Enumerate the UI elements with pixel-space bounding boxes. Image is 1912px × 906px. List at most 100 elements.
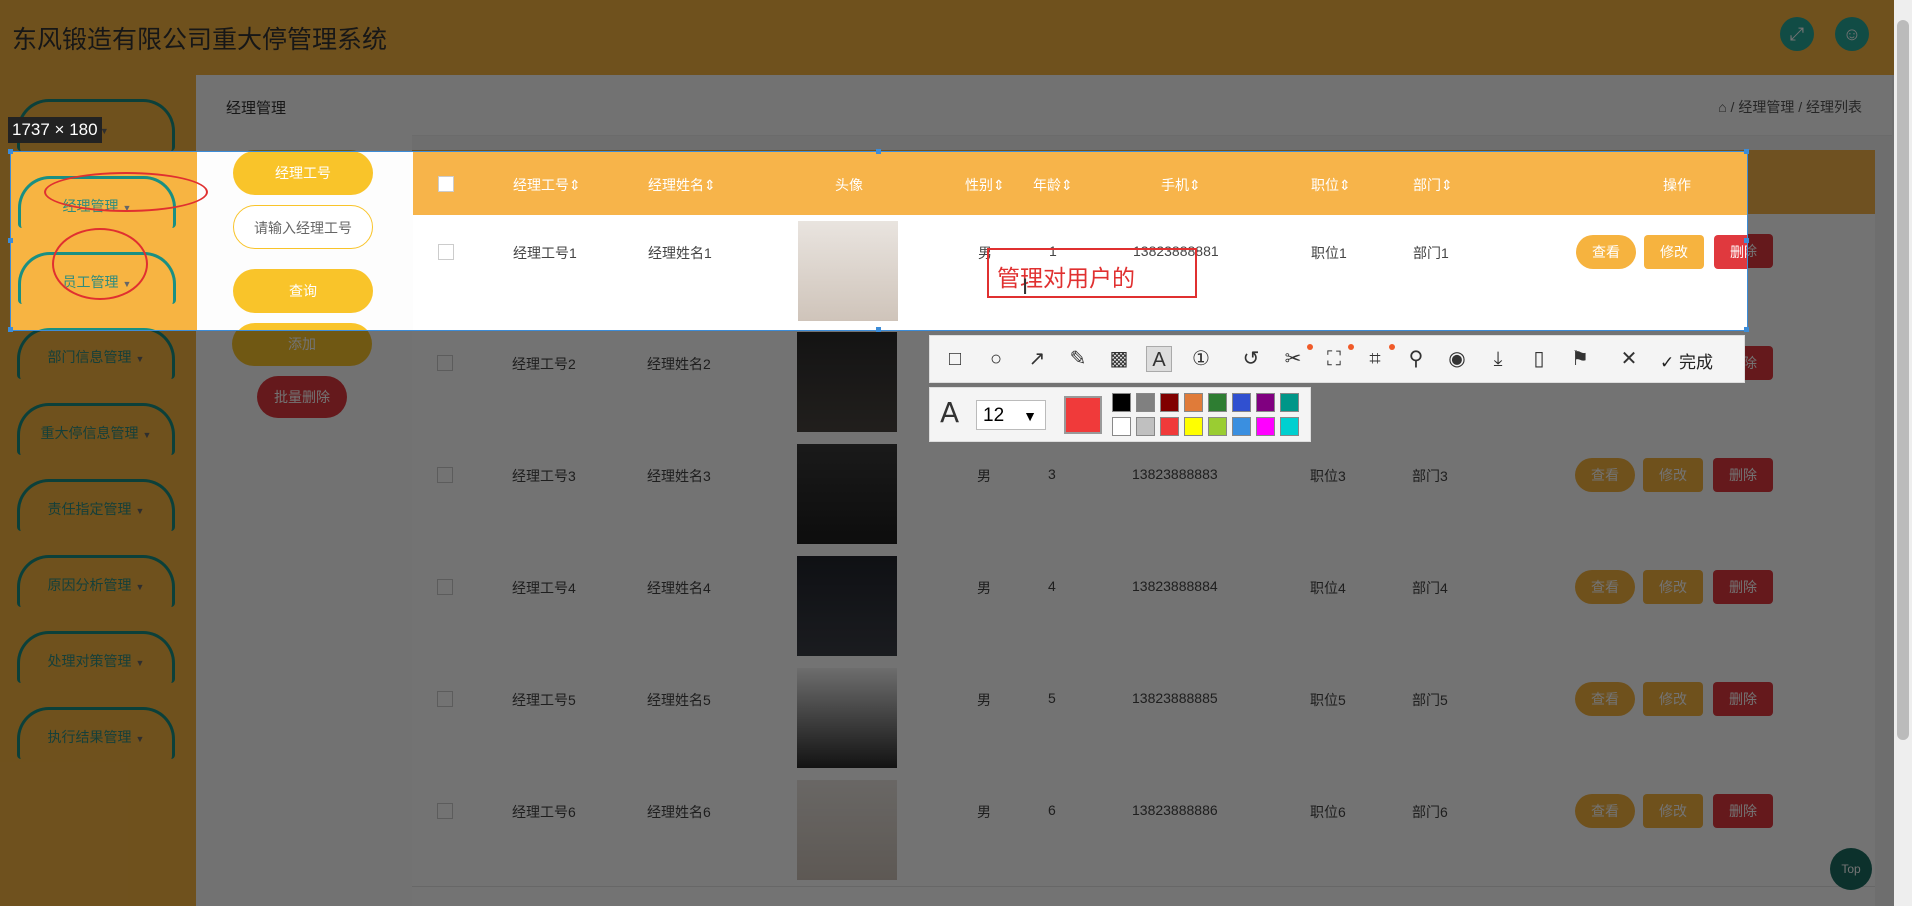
- color-swatch[interactable]: [1112, 393, 1131, 412]
- scroll-top-button[interactable]: Top: [1830, 848, 1872, 890]
- annotation-text[interactable]: 管理对用户的: [997, 259, 1135, 293]
- delete-button[interactable]: 删除: [1713, 682, 1773, 716]
- color-swatch[interactable]: [1136, 393, 1155, 412]
- user-icon[interactable]: ☺: [1835, 17, 1869, 51]
- color-swatch[interactable]: [1184, 393, 1203, 412]
- annotation-text-box[interactable]: 管理对用户的: [987, 248, 1197, 298]
- record-icon[interactable]: ◉: [1444, 346, 1470, 372]
- number-icon[interactable]: ①: [1188, 346, 1214, 372]
- view-button[interactable]: 查看: [1575, 458, 1635, 492]
- sidebar-item-major-stop[interactable]: 重大停信息管理 ▼: [17, 403, 175, 455]
- color-swatch[interactable]: [1256, 417, 1275, 436]
- resize-handle[interactable]: [1744, 149, 1749, 154]
- cell-phone: 13823888884: [1132, 578, 1218, 594]
- mosaic-icon[interactable]: ▩: [1106, 346, 1132, 372]
- cell-name: 经理姓名4: [647, 580, 711, 596]
- color-swatch[interactable]: [1136, 417, 1155, 436]
- cell-id: 经理工号2: [512, 356, 576, 372]
- resize-handle[interactable]: [8, 327, 13, 332]
- capture-toolbar: □ ○ ↗ ✎ ▩ A ① ↺ ✂ ⛶ ⌗ ⚲ ◉ ⤓ ▯ ⚑ ✕ ✓ 完成: [929, 335, 1745, 383]
- edit-button[interactable]: 修改: [1643, 682, 1703, 716]
- color-swatch[interactable]: [1232, 393, 1251, 412]
- download-icon[interactable]: ⤓: [1485, 346, 1511, 372]
- ellipse-icon[interactable]: ○: [983, 346, 1009, 372]
- cell-gender: 男: [977, 580, 991, 596]
- cell-id: 经理工号6: [512, 804, 576, 820]
- font-size-select[interactable]: 12 ▼: [976, 400, 1046, 430]
- view-button[interactable]: 查看: [1575, 682, 1635, 716]
- resize-handle[interactable]: [876, 149, 881, 154]
- resize-handle[interactable]: [876, 327, 881, 332]
- sidebar-item-countermeasures[interactable]: 处理对策管理 ▼: [17, 631, 175, 683]
- filter-label: 经理工号: [233, 152, 373, 195]
- phone-icon[interactable]: ▯: [1526, 346, 1552, 372]
- color-swatch[interactable]: [1280, 393, 1299, 412]
- sidebar-item-cause-analysis[interactable]: 原因分析管理 ▼: [17, 555, 175, 607]
- select-all-checkbox: [438, 176, 454, 192]
- pencil-icon[interactable]: ✎: [1065, 346, 1091, 372]
- color-swatch[interactable]: [1256, 393, 1275, 412]
- sidebar-item-label: 部门信息管理: [47, 349, 132, 365]
- color-swatch[interactable]: [1112, 417, 1131, 436]
- new-badge: [1348, 344, 1354, 350]
- ocr-icon[interactable]: ⌗: [1362, 346, 1388, 372]
- chevron-down-icon: ▼: [135, 582, 145, 592]
- undo-icon[interactable]: ↺: [1238, 346, 1264, 372]
- color-swatch[interactable]: [1208, 417, 1227, 436]
- translate-icon[interactable]: ⛶: [1321, 346, 1347, 372]
- edit-button[interactable]: 修改: [1643, 458, 1703, 492]
- cut-icon[interactable]: ✂: [1280, 346, 1306, 372]
- cell-age: 6: [1048, 802, 1056, 818]
- capture-selection[interactable]: 东风锻造有限公司重大停管理系统 ⤢ ☺ ⚙▼ 经理管理▼ 员工管理▼ 部门信息管…: [10, 151, 1748, 331]
- resize-handle[interactable]: [1744, 238, 1749, 243]
- top-bar: 东风锻造有限公司重大停管理系统 ⤢ ☺: [0, 0, 1912, 75]
- cell-id: 经理工号3: [512, 468, 576, 484]
- sidebar-item-departments[interactable]: 部门信息管理 ▼: [17, 327, 175, 379]
- table-row: 经理工号6 经理姓名6 男 6 13823888886 职位6 部门6 查看 修改 删除: [412, 774, 1875, 887]
- cell-name: 经理姓名5: [647, 692, 711, 708]
- done-button[interactable]: ✓ 完成: [1660, 348, 1713, 373]
- sidebar-item-results[interactable]: 执行结果管理 ▼: [17, 707, 175, 759]
- delete-button[interactable]: 删除: [1713, 570, 1773, 604]
- view-button[interactable]: 查看: [1575, 794, 1635, 828]
- edit-button[interactable]: 修改: [1643, 794, 1703, 828]
- color-swatch[interactable]: [1184, 417, 1203, 436]
- cell-age: 5: [1048, 690, 1056, 706]
- scrollbar-thumb[interactable]: [1897, 20, 1909, 740]
- row-checkbox[interactable]: [437, 355, 453, 371]
- sidebar-item-responsibility[interactable]: 责任指定管理 ▼: [17, 479, 175, 531]
- annotation-ellipse[interactable]: [44, 172, 208, 212]
- resize-handle[interactable]: [8, 149, 13, 154]
- annotation-ellipse[interactable]: [52, 228, 148, 300]
- color-swatch[interactable]: [1208, 393, 1227, 412]
- table-row: 经理工号3 经理姓名3 男 3 13823888883 职位3 部门3 查看 修改 删除: [412, 438, 1875, 551]
- batch-delete-button[interactable]: 批量删除: [257, 376, 347, 418]
- pin-icon[interactable]: ⚲: [1403, 346, 1429, 372]
- fullscreen-icon[interactable]: ⤢: [1780, 17, 1814, 51]
- color-swatch[interactable]: [1160, 393, 1179, 412]
- row-checkbox[interactable]: [437, 579, 453, 595]
- color-swatch[interactable]: [1160, 417, 1179, 436]
- rectangle-icon[interactable]: □: [942, 346, 968, 372]
- edit-button[interactable]: 修改: [1643, 570, 1703, 604]
- resize-handle[interactable]: [1744, 327, 1749, 332]
- delete-button[interactable]: 删除: [1713, 794, 1773, 828]
- cell-gender: 男: [977, 804, 991, 820]
- color-swatch[interactable]: [1280, 417, 1299, 436]
- home-icon[interactable]: ⌂: [1718, 99, 1726, 115]
- row-checkbox[interactable]: [437, 803, 453, 819]
- bookmark-icon[interactable]: ⚑: [1567, 346, 1593, 372]
- view-button[interactable]: 查看: [1575, 570, 1635, 604]
- row-checkbox[interactable]: [437, 467, 453, 483]
- cell-position: 职位1: [1311, 245, 1347, 261]
- row-checkbox[interactable]: [437, 691, 453, 707]
- resize-handle[interactable]: [8, 238, 13, 243]
- color-swatch[interactable]: [1232, 417, 1251, 436]
- cell-dept: 部门4: [1412, 580, 1448, 596]
- view-button: 查看: [1576, 235, 1636, 269]
- delete-button[interactable]: 删除: [1713, 458, 1773, 492]
- table-row: 经理工号4 经理姓名4 男 4 13823888884 职位4 部门4 查看 修改 删除: [412, 550, 1875, 663]
- close-icon[interactable]: ✕: [1616, 346, 1642, 372]
- arrow-icon[interactable]: ↗: [1024, 346, 1050, 372]
- text-icon[interactable]: A: [1146, 346, 1172, 372]
